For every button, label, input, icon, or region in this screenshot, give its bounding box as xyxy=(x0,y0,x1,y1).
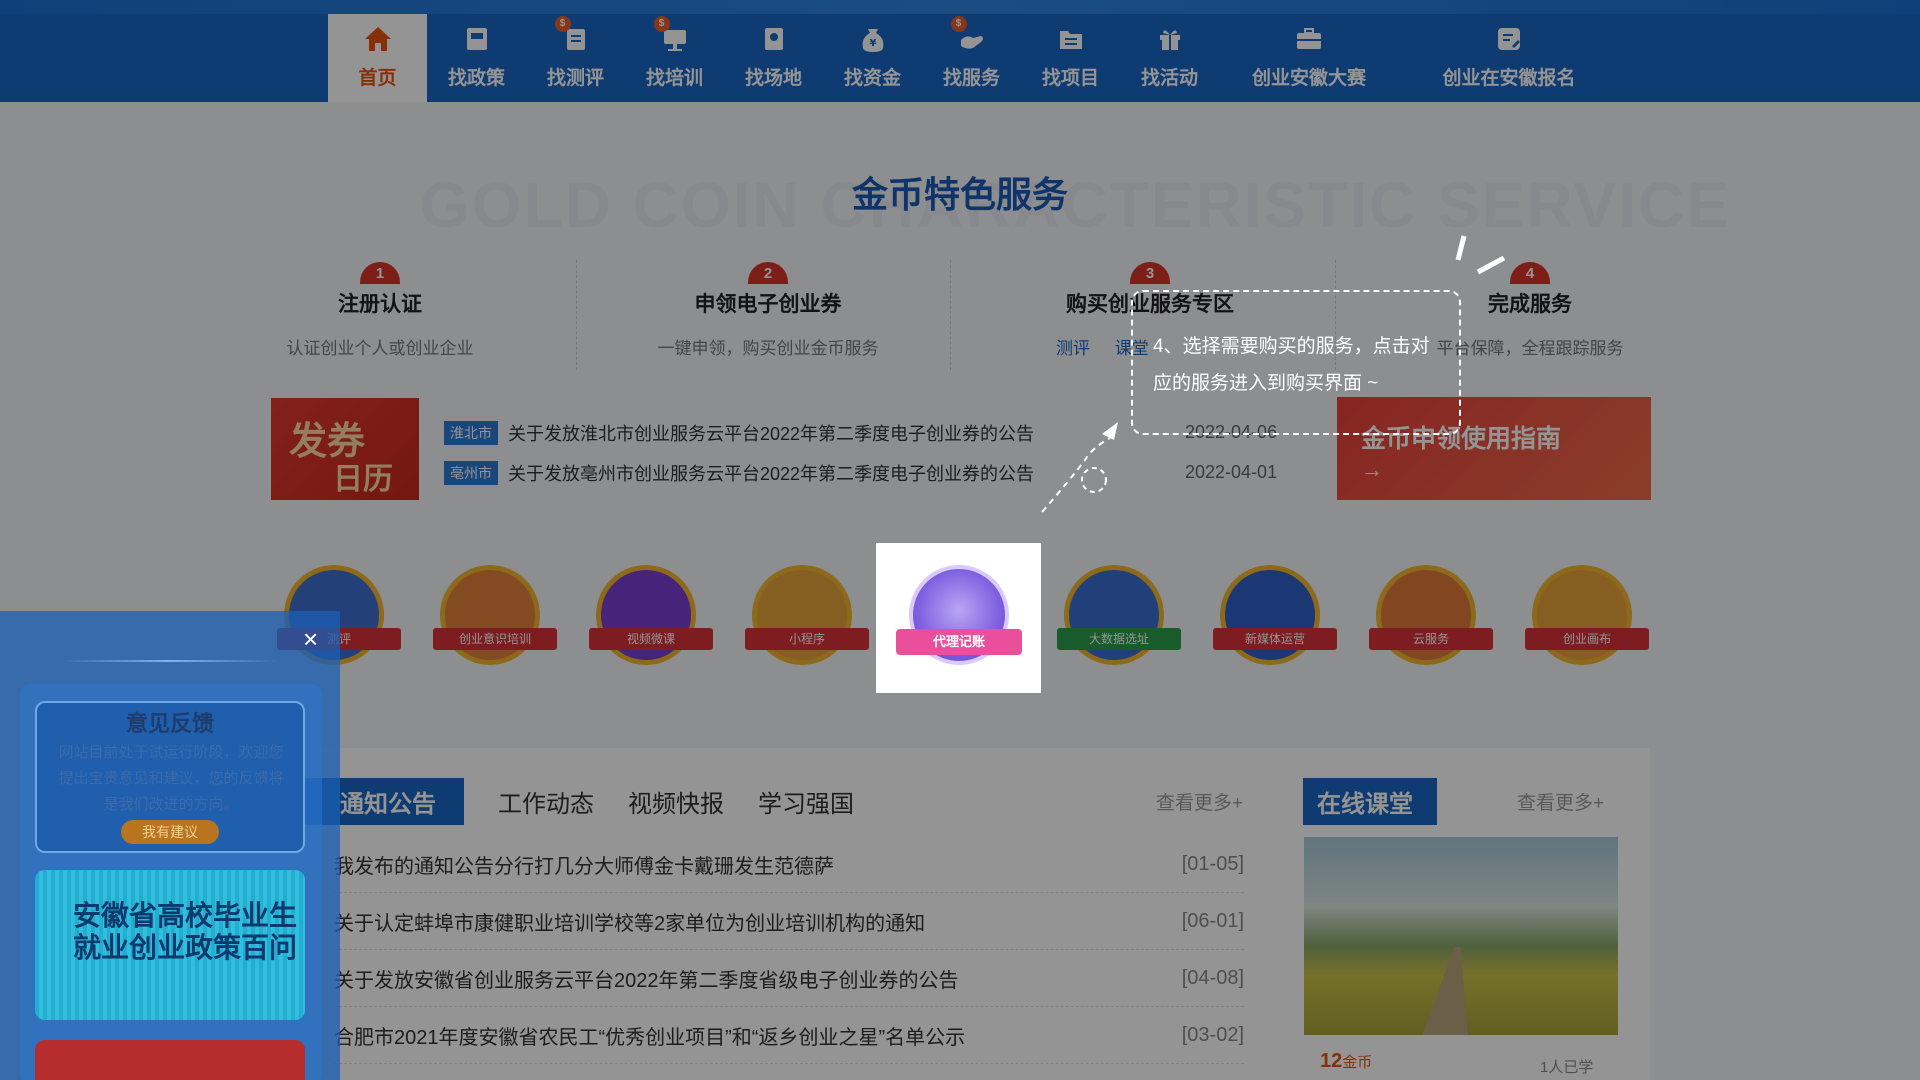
promo-card[interactable] xyxy=(35,1040,305,1080)
feedback-title: 意见反馈 xyxy=(125,711,214,736)
guide-tooltip-text: 4、选择需要购买的服务，点击对应的服务进入到购买界面 ~ xyxy=(1153,336,1430,394)
service-label: 代理记账 xyxy=(896,629,1022,655)
panel-divider xyxy=(60,660,280,662)
guide-arrow-icon xyxy=(1041,422,1118,513)
sparkle-icon xyxy=(1455,235,1506,275)
highlighted-service-bookkeeping[interactable]: 代理记账 xyxy=(876,543,1041,693)
policy-qa-poster[interactable]: 安徽省高校毕业生就业创业政策百问 xyxy=(35,870,305,1020)
close-icon[interactable]: × xyxy=(303,624,318,655)
suggest-button[interactable]: 我有建议 xyxy=(121,820,219,844)
feedback-text: 网站目前处于试运行阶段，欢迎您提出宝贵意见和建议，您的反馈将是我们改进的方向。 xyxy=(58,744,284,813)
poster-title: 安徽省高校毕业生就业创业政策百问 xyxy=(72,900,297,963)
